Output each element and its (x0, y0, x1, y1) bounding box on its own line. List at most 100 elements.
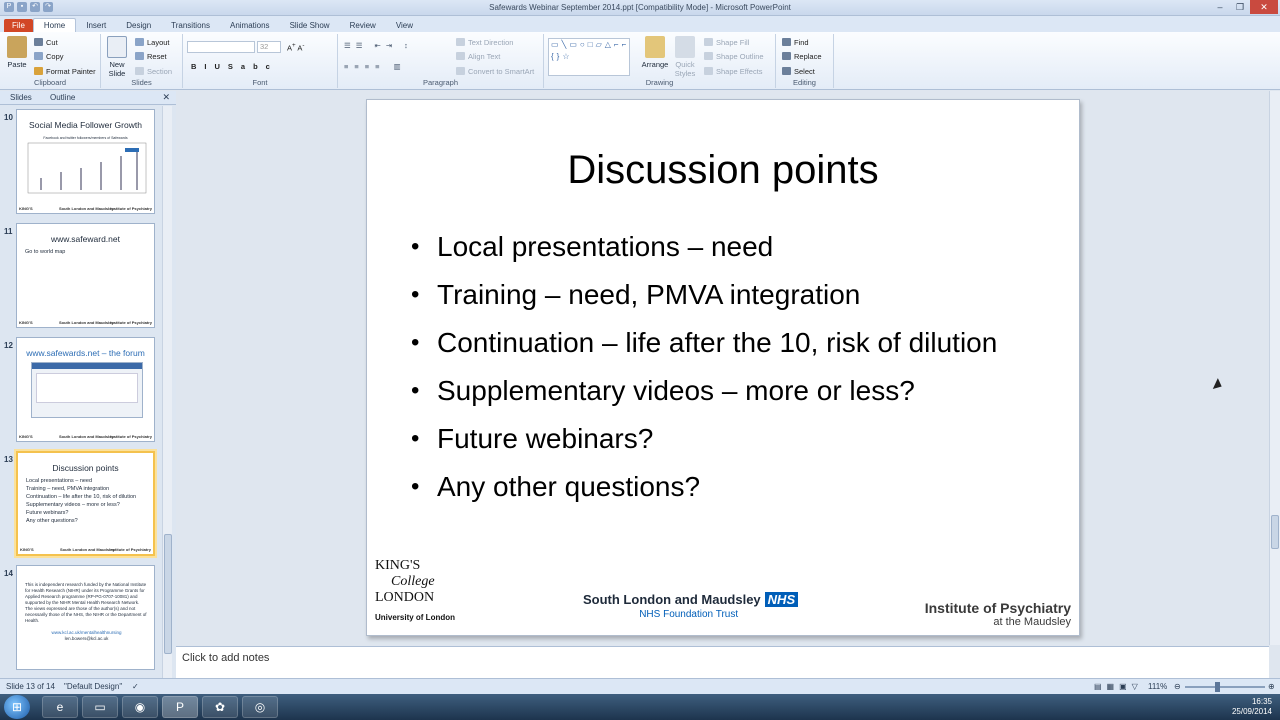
slide-thumbnail-10[interactable]: Social Media Follower Growth Facebook an… (16, 109, 155, 214)
view-buttons[interactable]: ▤▦▣▽ (1094, 682, 1143, 691)
text-direction-button[interactable]: Text Direction (456, 38, 513, 47)
start-button[interactable]: ⊞ (4, 695, 30, 719)
tab-insert[interactable]: Insert (76, 19, 116, 32)
slides-pane-scrollbar[interactable] (162, 106, 172, 678)
zoom-out-icon[interactable]: ⊖ (1174, 682, 1181, 691)
slides-pane-tabs: Slides Outline ✕ (0, 91, 176, 105)
paint-bucket-icon (704, 38, 713, 46)
align-text-icon (456, 52, 465, 60)
font-format-buttons[interactable]: BIUSabc (191, 62, 278, 71)
new-slide-button[interactable]: New Slide (105, 36, 129, 78)
tab-file[interactable]: File (4, 19, 33, 32)
font-name-box[interactable] (187, 41, 255, 53)
clock-date[interactable]: 25/09/2014 (1232, 707, 1272, 717)
copy-icon (34, 52, 43, 60)
canvas-scrollbar[interactable] (1269, 91, 1280, 645)
tab-design[interactable]: Design (116, 19, 161, 32)
paragraph-group: ☰☰ ⇤⇥ ↕ ≡≡≡≡ ▥ Text Direction Align Text… (338, 34, 544, 88)
scrollbar-thumb[interactable] (164, 534, 172, 654)
zoom-level[interactable]: 111% (1148, 682, 1167, 691)
notes-placeholder: Click to add notes (182, 652, 270, 664)
reset-button[interactable]: Reset (135, 52, 167, 61)
pen-icon (704, 52, 713, 60)
format-painter-button[interactable]: Format Painter (34, 67, 96, 76)
align-buttons[interactable]: ≡≡≡≡ ▥ (344, 62, 407, 71)
clipboard-group: Paste Cut Copy Format Painter Clipboard (0, 34, 101, 88)
slide-bullet: Future webinars? (411, 420, 1031, 458)
thumbnail-bullet: Local presentations – need (26, 478, 93, 484)
tab-review[interactable]: Review (340, 19, 386, 32)
close-button[interactable]: ✕ (1250, 0, 1278, 14)
thumbnail-footer: KING'S South London and Maudsley Institute… (19, 320, 152, 325)
editing-group: Find Replace Select Editing (776, 34, 834, 88)
ribbon: Paste Cut Copy Format Painter Clipboard … (0, 32, 1280, 90)
tab-outline[interactable]: Outline (50, 93, 75, 102)
font-size-increase[interactable]: A+ A- (287, 42, 304, 53)
scissors-icon (34, 38, 43, 46)
file-explorer-icon[interactable]: ▭ (82, 696, 118, 718)
kings-college-logo: KING'S College LONDON University of Lond… (375, 558, 455, 622)
thumbnail-bullet: Supplementary videos – more or less? (26, 502, 120, 508)
find-button[interactable]: Find (782, 38, 809, 47)
minimize-button[interactable]: – (1210, 0, 1230, 14)
shapes-gallery[interactable]: ▭╲▭○□▱△⌐⌐⇨⇩⇦◯⌒~{}☆ (548, 38, 630, 76)
tab-slide-show[interactable]: Slide Show (280, 19, 340, 32)
slide-bullet-list[interactable]: Local presentations – need Training – ne… (411, 228, 1031, 516)
thumbnail-title: www.safewards.net – the forum (26, 348, 145, 358)
status-bar: Slide 13 of 14 "Default Design" ✓ ▤▦▣▽ 1… (0, 678, 1280, 694)
close-pane-icon[interactable]: ✕ (162, 92, 170, 103)
internet-explorer-icon[interactable]: e (42, 696, 78, 718)
thumbnail-bullet: Training – need, PMVA integration (26, 486, 110, 492)
thumbnail-chart-title: Facebook and twitter followers/members o… (43, 136, 128, 140)
shape-outline-button[interactable]: Shape Outline (704, 52, 764, 61)
section-icon (135, 67, 144, 75)
select-button[interactable]: Select (782, 67, 815, 76)
current-slide[interactable]: Discussion points Local presentations – … (366, 99, 1080, 636)
app-icon[interactable]: ✿ (202, 696, 238, 718)
maximize-button[interactable]: ❐ (1230, 0, 1250, 14)
shape-fill-button[interactable]: Shape Fill (704, 38, 749, 47)
slide-title[interactable]: Discussion points (367, 148, 1079, 193)
powerpoint-taskbar-icon[interactable]: P (162, 696, 198, 718)
notes-pane[interactable]: Click to add notes (176, 646, 1269, 678)
slide-thumbnail-13[interactable]: Discussion points Local presentations – … (16, 451, 155, 556)
tab-transitions[interactable]: Transitions (161, 19, 220, 32)
cut-button[interactable]: Cut (34, 38, 58, 47)
slide-bullet: Any other questions? (411, 468, 1031, 506)
slide-thumbnail-11[interactable]: www.safeward.net Go to world map KING'S S… (16, 223, 155, 328)
zoom-slider[interactable] (1185, 682, 1265, 692)
brush-icon (34, 67, 43, 75)
tab-view[interactable]: View (386, 19, 423, 32)
arrange-button[interactable]: Arrange (638, 36, 672, 69)
shape-effects-button[interactable]: Shape Effects (704, 67, 763, 76)
tab-animations[interactable]: Animations (220, 19, 280, 32)
chrome-icon[interactable]: ◉ (122, 696, 158, 718)
align-text-button[interactable]: Align Text (456, 52, 500, 61)
theme-name: "Default Design" (64, 682, 123, 691)
slide-number: 14 (4, 569, 13, 578)
font-size-box[interactable]: 32 (257, 41, 281, 53)
spellcheck-icon[interactable]: ✓ (132, 682, 139, 691)
quick-styles-button[interactable]: Quick Styles (672, 36, 698, 78)
thumbnail-bullet: Future webinars? (26, 510, 69, 516)
slide-bullet: Local presentations – need (411, 228, 1031, 266)
slide-thumbnail-12[interactable]: www.safewards.net – the forum KING'S Sout… (16, 337, 155, 442)
scrollbar-thumb[interactable] (1271, 515, 1279, 549)
section-button[interactable]: Section (135, 67, 172, 76)
slide-thumbnail-14[interactable]: This is independent research funded by t… (16, 565, 155, 670)
tab-slides[interactable]: Slides (10, 93, 32, 102)
copy-button[interactable]: Copy (34, 52, 64, 61)
recorder-icon[interactable]: ◎ (242, 696, 278, 718)
clock-time[interactable]: 16:35 (1232, 697, 1272, 707)
effects-icon (704, 67, 713, 75)
layout-icon (135, 38, 144, 46)
paste-button[interactable]: Paste (4, 36, 30, 69)
slides-pane: 10 Social Media Follower Growth Facebook… (0, 105, 176, 678)
list-buttons[interactable]: ☰☰ ⇤⇥ ↕ (344, 41, 413, 50)
smartart-button[interactable]: Convert to SmartArt (456, 67, 534, 76)
layout-button[interactable]: Layout (135, 38, 170, 47)
zoom-in-icon[interactable]: ⊕ (1268, 682, 1275, 691)
zoom-slider-handle[interactable] (1215, 682, 1220, 692)
tab-home[interactable]: Home (32, 18, 77, 32)
replace-button[interactable]: Replace (782, 52, 822, 61)
